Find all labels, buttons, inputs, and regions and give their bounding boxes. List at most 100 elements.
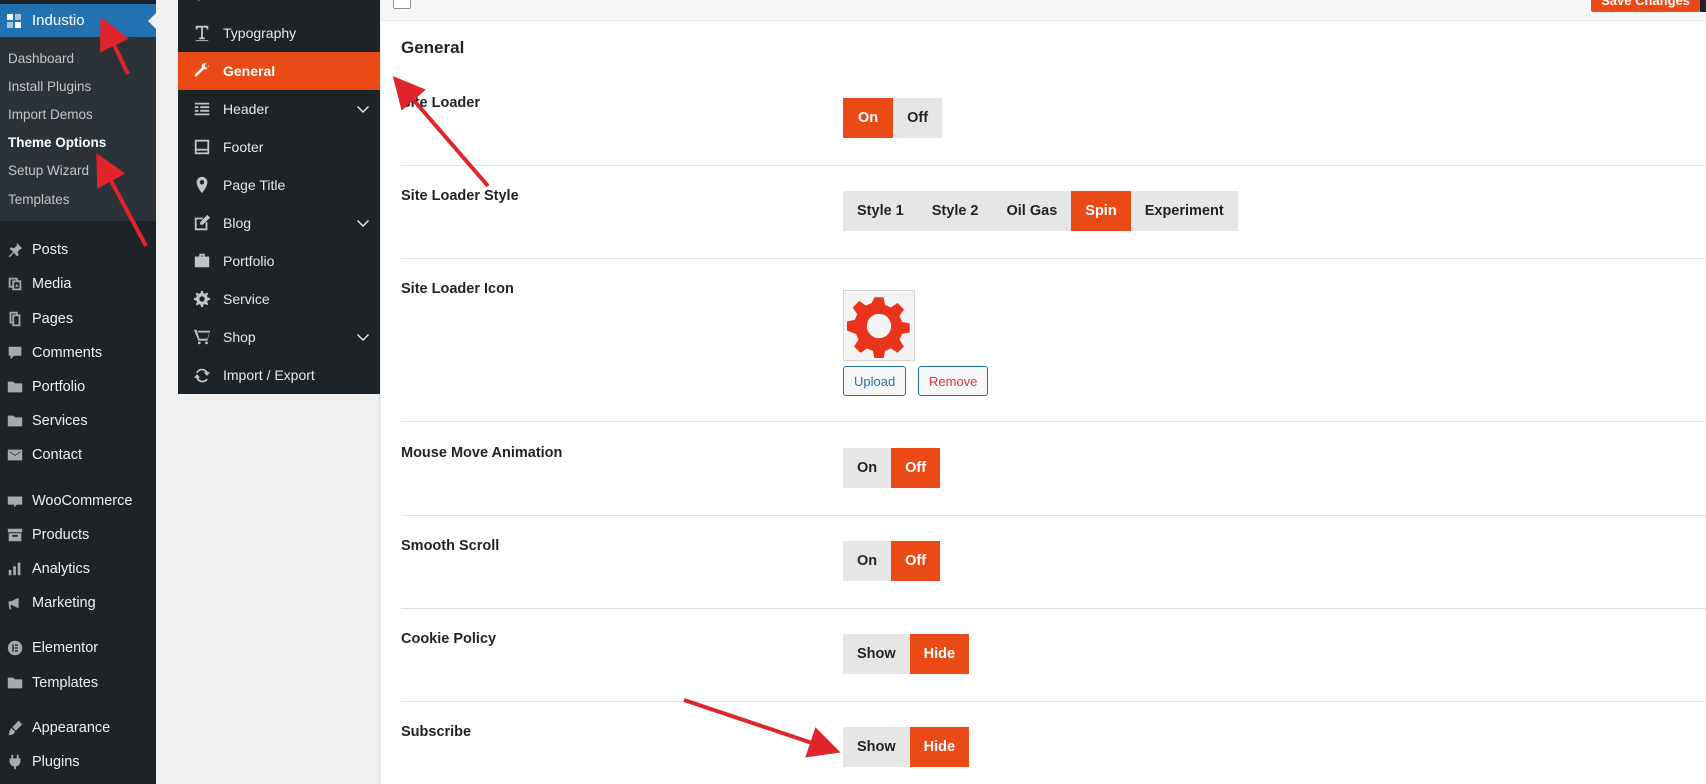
gear-icon xyxy=(847,296,910,358)
options-nav-general[interactable]: General xyxy=(178,52,380,90)
menu-item-label: Plugins xyxy=(32,754,80,770)
menu-item-portfolio[interactable]: Portfolio xyxy=(0,372,156,402)
row-divider xyxy=(401,421,1706,422)
document-icon[interactable] xyxy=(393,0,411,9)
briefcase-icon xyxy=(191,252,213,270)
woo-icon xyxy=(5,492,25,510)
industio-logo-icon xyxy=(6,13,22,29)
menu-item-industio[interactable]: Industio xyxy=(0,4,156,37)
toolbar-edge xyxy=(1700,0,1706,12)
options-nav-item-partial[interactable] xyxy=(178,0,380,4)
submenu-setup-wizard[interactable]: Setup Wizard xyxy=(8,163,89,178)
row-divider xyxy=(401,701,1706,702)
menu-item-services[interactable]: Services xyxy=(0,406,156,436)
options-nav-shop[interactable]: Shop xyxy=(178,318,380,356)
subscribe-show-button[interactable]: Show xyxy=(843,727,910,767)
media-icon xyxy=(5,275,25,293)
chevron-down-icon[interactable] xyxy=(356,330,370,344)
options-nav-label: Service xyxy=(223,291,270,307)
chevron-down-icon[interactable] xyxy=(356,102,370,116)
mail-icon xyxy=(5,446,25,464)
submenu-dashboard[interactable]: Dashboard xyxy=(8,51,74,66)
oil-gas-button[interactable]: Oil Gas xyxy=(992,191,1072,231)
menu-item-analytics[interactable]: Analytics xyxy=(0,554,156,584)
submenu-import-demos[interactable]: Import Demos xyxy=(8,107,93,122)
options-nav-typography[interactable]: Typography xyxy=(178,14,380,52)
menu-item-label: Portfolio xyxy=(32,379,86,395)
menu-item-media[interactable]: Media xyxy=(0,269,156,299)
style-1-button[interactable]: Style 1 xyxy=(843,191,918,231)
site-loader-style-label: Site Loader Style xyxy=(401,188,519,204)
options-nav-header[interactable]: Header xyxy=(178,90,380,128)
menu-item-plugins[interactable]: Plugins xyxy=(0,747,156,777)
save-changes-button[interactable]: Save Changes xyxy=(1591,0,1700,12)
submenu-templates[interactable]: Templates xyxy=(8,192,70,207)
menu-item-templates[interactable]: Templates xyxy=(0,668,156,698)
options-nav-footer[interactable]: Footer xyxy=(178,128,380,166)
options-nav-import-export[interactable]: Import / Export xyxy=(178,356,380,394)
pages-icon xyxy=(5,310,25,328)
menu-item-comments[interactable]: Comments xyxy=(0,338,156,368)
smooth-scroll-label: Smooth Scroll xyxy=(401,538,500,554)
current-menu-pointer xyxy=(148,13,156,29)
menu-item-elementor[interactable]: Elementor xyxy=(0,633,156,663)
menu-item-label: Products xyxy=(32,527,90,543)
options-nav-service[interactable]: Service xyxy=(178,280,380,318)
refresh-icon xyxy=(191,366,213,384)
submenu-install-plugins[interactable]: Install Plugins xyxy=(8,79,91,94)
mouse-move-off-button[interactable]: Off xyxy=(891,448,941,488)
bar-chart-icon xyxy=(5,560,25,578)
menu-item-label: Posts xyxy=(32,242,69,258)
subscribe-hide-button[interactable]: Hide xyxy=(909,727,970,767)
options-nav-label: Portfolio xyxy=(223,253,275,269)
menu-item-label: Pages xyxy=(32,311,74,327)
cookie-policy-show-button[interactable]: Show xyxy=(843,634,910,674)
menu-item-contact[interactable]: Contact xyxy=(0,440,156,470)
smooth-scroll-toggle: On Off xyxy=(843,541,941,581)
submenu-theme-options[interactable]: Theme Options xyxy=(8,135,106,150)
row-divider xyxy=(401,515,1706,516)
menu-item-pages[interactable]: Pages xyxy=(0,304,156,334)
options-nav-label: Footer xyxy=(223,139,264,155)
experiment-button[interactable]: Experiment xyxy=(1130,191,1238,231)
menu-item-products[interactable]: Products xyxy=(0,520,156,550)
site-loader-on-button[interactable]: On xyxy=(843,98,894,138)
options-nav-label: Blog xyxy=(223,215,252,231)
typography-icon xyxy=(191,24,213,42)
remove-button[interactable]: Remove xyxy=(918,366,989,396)
plugin-icon xyxy=(5,753,25,771)
options-nav-portfolio[interactable]: Portfolio xyxy=(178,242,380,280)
play-icon xyxy=(191,0,213,3)
menu-item-label: WooCommerce xyxy=(32,493,133,509)
menu-item-woocommerce[interactable]: WooCommerce xyxy=(0,486,156,516)
cookie-policy-toggle: Show Hide xyxy=(843,634,970,674)
options-nav-label: Page Title xyxy=(223,177,286,193)
options-nav-label: Header xyxy=(223,101,269,117)
menu-item-label: Comments xyxy=(32,345,103,361)
mouse-move-on-button[interactable]: On xyxy=(843,448,892,488)
location-icon xyxy=(191,176,213,194)
menu-item-marketing[interactable]: Marketing xyxy=(0,588,156,618)
row-divider xyxy=(401,608,1706,609)
wrench-icon xyxy=(191,62,213,80)
upload-button[interactable]: Upload xyxy=(843,366,907,396)
mouse-move-animation-label: Mouse Move Animation xyxy=(401,445,563,461)
menu-item-label: Elementor xyxy=(32,640,99,656)
settings-panel: Save Changes General Site Loader On Off … xyxy=(381,0,1706,784)
smooth-scroll-off-button[interactable]: Off xyxy=(891,541,941,581)
menu-item-posts[interactable]: Posts xyxy=(0,235,156,265)
options-nav-blog[interactable]: Blog xyxy=(178,204,380,242)
menu-item-appearance[interactable]: Appearance xyxy=(0,713,156,743)
options-nav-page-title[interactable]: Page Title xyxy=(178,166,380,204)
chevron-down-icon[interactable] xyxy=(356,216,370,230)
site-loader-off-button[interactable]: Off xyxy=(893,98,943,138)
cookie-policy-hide-button[interactable]: Hide xyxy=(909,634,970,674)
pin-icon xyxy=(5,241,25,259)
style-2-button[interactable]: Style 2 xyxy=(917,191,993,231)
subscribe-toggle: Show Hide xyxy=(843,727,970,767)
comments-icon xyxy=(5,344,25,362)
smooth-scroll-on-button[interactable]: On xyxy=(843,541,892,581)
menu-item-label: Industio xyxy=(32,12,85,29)
brush-icon xyxy=(5,719,25,737)
spin-button[interactable]: Spin xyxy=(1071,191,1131,231)
